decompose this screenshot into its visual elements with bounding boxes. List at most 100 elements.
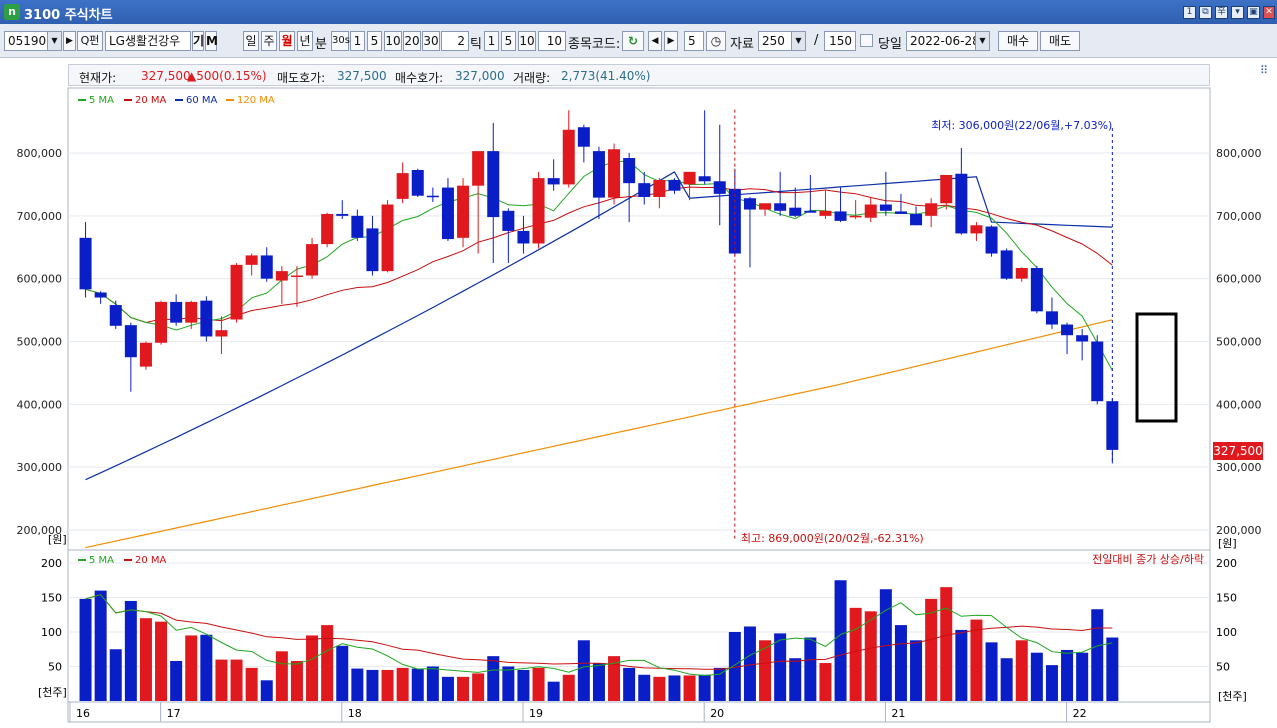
volume-tick-label-left: 150 (41, 592, 62, 605)
price-unit-right: [원] (1218, 537, 1237, 550)
volume-bar (275, 651, 288, 701)
candle-body (170, 301, 183, 323)
candle-body (653, 180, 666, 197)
m-button[interactable]: M (205, 31, 218, 51)
volume-bar (683, 675, 696, 701)
today-label: 당일 (878, 37, 902, 52)
volume-bar (864, 611, 877, 701)
date-select[interactable]: 2022-06-28 ▼ (906, 31, 990, 51)
code-search-button[interactable]: Q펀 (77, 31, 103, 51)
volume-bar (185, 635, 198, 701)
volume-bar (472, 673, 485, 701)
high-annotation: 최고: 869,000원(20/02월,-62.31%) (741, 532, 924, 545)
price-tick-label-right: 700,000 (1216, 210, 1262, 223)
volume-bar (230, 659, 243, 701)
sell-button[interactable]: 매도 (1040, 31, 1080, 51)
play-arrow-button[interactable]: ▶ (63, 31, 76, 51)
price-tick-label-right: 500,000 (1216, 336, 1262, 349)
volume-bar (532, 667, 545, 701)
volume-tick-label-right: 100 (1216, 626, 1237, 639)
close-icon[interactable]: ✕ (1263, 6, 1275, 19)
volume-bar (245, 667, 258, 701)
price-tick-label-right: 400,000 (1216, 398, 1262, 411)
candle-body (124, 325, 137, 358)
candle-body (441, 187, 454, 240)
volume-bar (441, 676, 454, 701)
candle-body (970, 225, 983, 234)
volume-bar (668, 675, 681, 701)
tick-10-button[interactable]: 10 (518, 31, 536, 51)
tick-5-button[interactable]: 5 (501, 31, 516, 51)
data-count-select[interactable]: 250 ▼ (758, 31, 806, 51)
maximize-window-button[interactable]: ▣ (1247, 6, 1260, 19)
volume-bar (1106, 637, 1119, 701)
price-tick-label-left: 500,000 (17, 336, 63, 349)
volume-bar (1015, 640, 1028, 701)
minute-30-button[interactable]: 30 (422, 31, 440, 51)
chevron-down-icon[interactable]: ▼ (975, 32, 989, 50)
candle-body (713, 181, 726, 194)
minute-10-button[interactable]: 10 (384, 31, 402, 51)
pin-window-button[interactable]: 1 (1183, 6, 1196, 19)
chart-area[interactable]: 현재가: 327,500 ▲500(0.15%) 매도호가: 327,500 매… (0, 58, 1277, 728)
tick-count-input[interactable]: 2 (441, 31, 469, 51)
period-day-button[interactable]: 일 (243, 31, 259, 51)
candle-body (910, 213, 923, 226)
stock-code-label: 종목코드: (568, 37, 621, 52)
volume-bar (789, 658, 802, 701)
period-week-button[interactable]: 주 (261, 31, 277, 51)
period-month-button[interactable]: 월 (279, 31, 295, 51)
volume-bar (955, 629, 968, 701)
candle-body (940, 174, 953, 204)
volume-bar (502, 666, 515, 701)
tick-value-input[interactable]: 10 (538, 31, 566, 51)
refresh-icon[interactable]: ↻ (622, 31, 644, 51)
volume-bar (759, 640, 772, 701)
slash-label: / (814, 33, 819, 48)
today-checkbox[interactable] (860, 34, 873, 47)
setting-window-button[interactable]: 辛 (1215, 6, 1228, 19)
volume-bar (849, 607, 862, 701)
volume-bar (577, 640, 590, 701)
minute-5-button[interactable]: 5 (367, 31, 382, 51)
price-tick-label-right: 600,000 (1216, 273, 1262, 286)
candle-body (155, 301, 168, 343)
next-arrow-icon[interactable]: ▶ (664, 31, 678, 51)
dropdown-window-button[interactable]: ▾ (1231, 6, 1244, 19)
prev-arrow-icon[interactable]: ◀ (648, 31, 662, 51)
candle-body (1000, 250, 1013, 279)
legend-ma5-label: 5 MA (89, 95, 114, 106)
volume-unit-left: [천주] (38, 685, 67, 699)
data-label: 자료 (730, 37, 754, 52)
volume-bar (774, 633, 787, 701)
candle-body (804, 210, 817, 213)
clock-icon[interactable]: ◷ (706, 31, 726, 51)
tick-1-button[interactable]: 1 (484, 31, 499, 51)
volume-tick-label-right: 150 (1216, 592, 1237, 605)
candle-body (1091, 341, 1104, 402)
candle-body (849, 215, 862, 218)
volume-bar (290, 660, 303, 701)
tick-label: 틱 (470, 37, 482, 52)
step-input[interactable]: 5 (684, 31, 704, 51)
link-window-button[interactable]: ⧉ (1199, 6, 1212, 19)
minute-30s-button[interactable]: 30s (331, 31, 350, 51)
price-tick-label-left: 600,000 (17, 273, 63, 286)
legend-ma20-label: 20 MA (135, 95, 167, 106)
volume-bar (260, 680, 273, 701)
stock-code-input[interactable]: 051905 ▼ (4, 31, 62, 51)
data-total-input[interactable]: 150 (824, 31, 856, 51)
candle-body (759, 203, 772, 210)
volume-bar (336, 645, 349, 701)
candle-body (366, 228, 379, 272)
x-axis-frame (67, 701, 1211, 723)
minute-20-button[interactable]: 20 (403, 31, 421, 51)
chevron-down-icon[interactable]: ▼ (791, 32, 805, 50)
period-year-button[interactable]: 년 (297, 31, 313, 51)
chevron-down-icon[interactable]: ▼ (47, 32, 61, 50)
candle-body (532, 178, 545, 244)
minute-1-button[interactable]: 1 (350, 31, 365, 51)
gi-button[interactable]: 기 (192, 31, 204, 51)
buy-button[interactable]: 매수 (998, 31, 1038, 51)
candle-body (864, 204, 877, 218)
